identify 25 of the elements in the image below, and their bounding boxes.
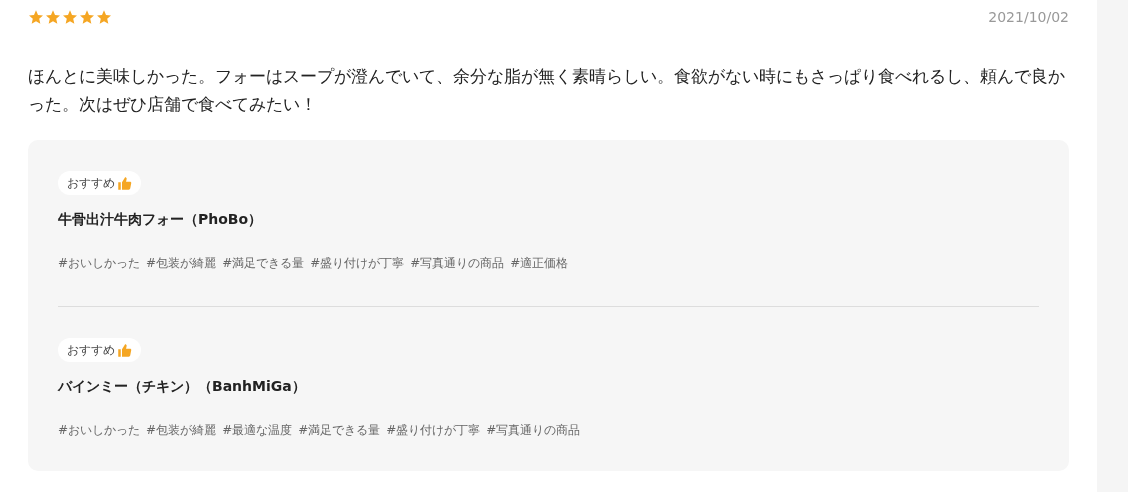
item-tag: #包装が綺麗: [146, 254, 217, 272]
star-icon: [45, 9, 61, 25]
thumbs-up-icon: [117, 175, 132, 191]
item-tag: #包装が綺麗: [146, 421, 217, 439]
item-tag: #満足できる量: [298, 421, 381, 439]
review-text: ほんとに美味しかった。フォーはスープが澄んでいて、余分な脂が無く素晴らしい。食欲がない時にもさっぱり食べれるし、頼んで良かった。次はぜひ店舗で食べてみたい！: [28, 65, 1066, 116]
star-icon: [28, 9, 44, 25]
star-icon: [96, 9, 112, 25]
star-icon: [62, 9, 78, 25]
thumbs-up-icon: [117, 342, 132, 358]
review-date: 2021/10/02: [988, 7, 1069, 27]
item-tag: #おいしかった: [58, 421, 141, 439]
item-tag: #満足できる量: [222, 254, 305, 272]
item-tag: #最適な温度: [222, 421, 293, 439]
badge-label: おすすめ: [67, 175, 115, 192]
item-tag: #おいしかった: [58, 254, 141, 272]
item-tag: #適正価格: [510, 254, 569, 272]
item-name: 牛骨出汁牛肉フォー（PhoBo）: [58, 210, 264, 229]
item-tag: #盛り付けが丁寧: [386, 421, 481, 439]
item-tag: #写真通りの商品: [410, 254, 505, 272]
item-tag: #写真通りの商品: [486, 421, 581, 439]
item-name: バインミー（チキン）（BanhMiGa）: [58, 377, 307, 396]
item-tag: #盛り付けが丁寧: [310, 254, 405, 272]
star-icon: [79, 9, 95, 25]
badge-label: おすすめ: [67, 342, 115, 359]
